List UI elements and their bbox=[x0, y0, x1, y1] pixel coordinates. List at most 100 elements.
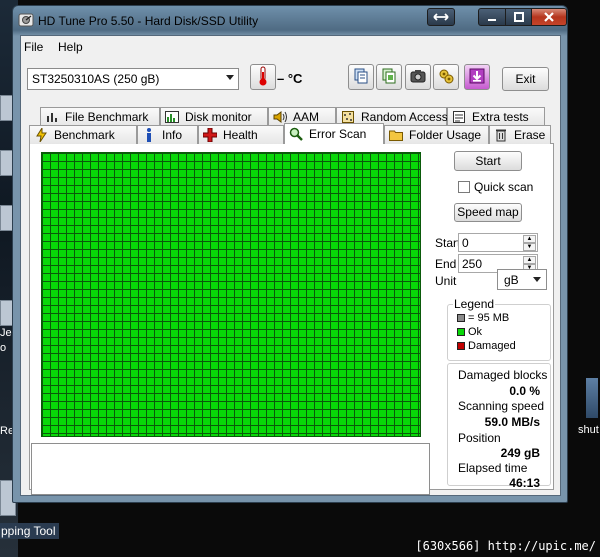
elapsed-time-label: Elapsed time bbox=[458, 461, 528, 475]
extra-tests-icon bbox=[452, 110, 466, 124]
tab-info[interactable]: Info bbox=[137, 125, 198, 144]
spin-down-icon[interactable]: ▼ bbox=[523, 243, 536, 251]
unit-select[interactable]: gB bbox=[497, 269, 547, 290]
save-button[interactable] bbox=[464, 64, 490, 90]
elapsed-time-value: 46:13 bbox=[509, 476, 540, 490]
close-button[interactable] bbox=[531, 8, 567, 26]
thermometer-icon bbox=[258, 66, 268, 89]
window-title: HD Tune Pro 5.50 - Hard Disk/SSD Utility bbox=[38, 14, 259, 28]
copy-info-button[interactable] bbox=[348, 64, 374, 90]
temperature-button[interactable] bbox=[250, 64, 276, 90]
scan-statistics: Damaged blocks 0.0 % Scanning speed 59.0… bbox=[447, 363, 551, 490]
damaged-blocks-label: Damaged blocks bbox=[458, 368, 548, 382]
unit-label: Unit bbox=[435, 274, 457, 288]
drive-select-value: ST3250310AS (250 gB) bbox=[32, 72, 160, 86]
desktop-shortcut-icon[interactable] bbox=[586, 378, 598, 418]
exit-button[interactable]: Exit bbox=[502, 67, 549, 91]
hdtune-app-icon[interactable] bbox=[18, 12, 34, 28]
error-scan-controls: Start Quick scan Speed map Start 0 ▲ ▼ E… bbox=[435, 144, 554, 491]
menu-file[interactable]: File bbox=[24, 40, 43, 54]
spin-up-icon[interactable]: ▲ bbox=[523, 235, 536, 243]
start-label: Start bbox=[435, 236, 461, 250]
gray-swatch-icon bbox=[457, 314, 465, 322]
tab-folder-usage[interactable]: Folder Usage bbox=[384, 125, 489, 144]
legend-ok-text: Ok bbox=[468, 326, 483, 338]
menu-help-label: Help bbox=[58, 40, 83, 54]
menu-help[interactable]: Help bbox=[58, 40, 83, 54]
tab-row-bottom: Benchmark Info Health Error Scan Folder … bbox=[21, 123, 560, 144]
info-icon bbox=[142, 128, 156, 142]
quick-scan-label: Quick scan bbox=[474, 180, 534, 194]
position-value: 249 gB bbox=[500, 446, 540, 460]
copy-screenshot-icon bbox=[381, 68, 397, 87]
end-value: 250 bbox=[462, 257, 483, 271]
drive-select[interactable]: ST3250310AS (250 gB) bbox=[27, 68, 239, 90]
copy-screenshot-button[interactable] bbox=[376, 64, 402, 90]
watermark: [630x566] http://upic.me/ bbox=[415, 539, 596, 553]
scanning-speed-label: Scanning speed bbox=[458, 399, 545, 413]
desktop-label-fragment: Je bbox=[0, 327, 12, 339]
camera-icon bbox=[410, 69, 426, 86]
maximize-button[interactable] bbox=[505, 8, 532, 26]
client-area: File Help ST3250310AS (250 gB) – °C Exit… bbox=[20, 35, 561, 496]
title-bar[interactable]: HD Tune Pro 5.50 - Hard Disk/SSD Utility bbox=[13, 6, 567, 34]
tab-extra-tests[interactable]: Extra tests bbox=[447, 107, 545, 126]
legend-damaged: Damaged bbox=[457, 340, 516, 352]
temperature-readout: – °C bbox=[277, 71, 303, 86]
start-spinbox[interactable]: 0 ▲ ▼ bbox=[458, 233, 538, 252]
speed-map-button[interactable]: Speed map bbox=[454, 203, 522, 222]
end-label: End bbox=[435, 257, 457, 271]
benchmark-icon bbox=[34, 128, 48, 142]
folder-icon bbox=[389, 128, 403, 142]
legend-title: Legend bbox=[453, 297, 496, 311]
file-benchmark-icon bbox=[45, 110, 59, 124]
tab-label: Disk monitor bbox=[185, 110, 252, 124]
scanning-speed-value: 59.0 MB/s bbox=[484, 415, 540, 429]
tab-benchmark[interactable]: Benchmark bbox=[29, 125, 137, 144]
error-scan-panel: Start Quick scan Speed map Start 0 ▲ ▼ E… bbox=[29, 143, 554, 495]
health-cross-icon bbox=[203, 128, 217, 142]
legend-damaged-text: Damaged bbox=[468, 340, 516, 352]
legend-group: Legend = 95 MB Ok Damaged bbox=[447, 297, 551, 361]
tab-file-benchmark[interactable]: File Benchmark bbox=[40, 107, 160, 126]
menu-file-label: File bbox=[24, 40, 44, 54]
tab-label: Info bbox=[162, 128, 183, 142]
spin-up-icon[interactable]: ▲ bbox=[523, 256, 536, 264]
chevron-down-icon bbox=[226, 75, 234, 80]
tab-label: Folder Usage bbox=[409, 128, 482, 142]
tab-label: Benchmark bbox=[54, 128, 115, 142]
tab-error-scan[interactable]: Error Scan bbox=[284, 123, 384, 144]
start-scan-button[interactable]: Start bbox=[454, 151, 522, 171]
legend-ok: Ok bbox=[457, 326, 482, 338]
legend-block-size: = 95 MB bbox=[457, 312, 509, 324]
snipping-tool-label[interactable]: pping Tool bbox=[0, 523, 59, 539]
toolbar: ST3250310AS (250 gB) – °C Exit bbox=[21, 56, 560, 100]
tab-health[interactable]: Health bbox=[198, 125, 284, 144]
app-window: HD Tune Pro 5.50 - Hard Disk/SSD Utility… bbox=[12, 5, 568, 503]
minimize-button[interactable] bbox=[478, 8, 506, 26]
tab-label: File Benchmark bbox=[65, 110, 149, 124]
quick-scan-checkbox[interactable] bbox=[458, 181, 470, 193]
block-map bbox=[41, 152, 421, 437]
screenshot-button[interactable] bbox=[405, 64, 431, 90]
options-button[interactable] bbox=[433, 64, 459, 90]
trash-icon bbox=[494, 128, 508, 142]
unit-value: gB bbox=[504, 273, 519, 287]
legend-block-size-text: = 95 MB bbox=[468, 312, 510, 324]
start-value: 0 bbox=[462, 236, 469, 250]
red-swatch-icon bbox=[457, 342, 465, 350]
scan-log-box[interactable] bbox=[31, 443, 430, 495]
menu-bar: File Help bbox=[21, 36, 560, 56]
desktop-shortcut-label[interactable]: shut bbox=[578, 424, 599, 436]
disk-monitor-icon bbox=[165, 110, 179, 124]
options-icon bbox=[438, 68, 454, 87]
tab-disk-monitor[interactable]: Disk monitor bbox=[160, 107, 268, 126]
tab-erase[interactable]: Erase bbox=[489, 125, 551, 144]
tab-label: Extra tests bbox=[472, 110, 529, 124]
quick-scan-option[interactable]: Quick scan bbox=[458, 180, 533, 194]
move-window-button[interactable] bbox=[427, 8, 455, 26]
magnifier-icon bbox=[289, 127, 303, 141]
desktop-label-fragment: o bbox=[0, 342, 7, 354]
position-label: Position bbox=[458, 431, 501, 445]
tab-label: Error Scan bbox=[309, 127, 367, 141]
